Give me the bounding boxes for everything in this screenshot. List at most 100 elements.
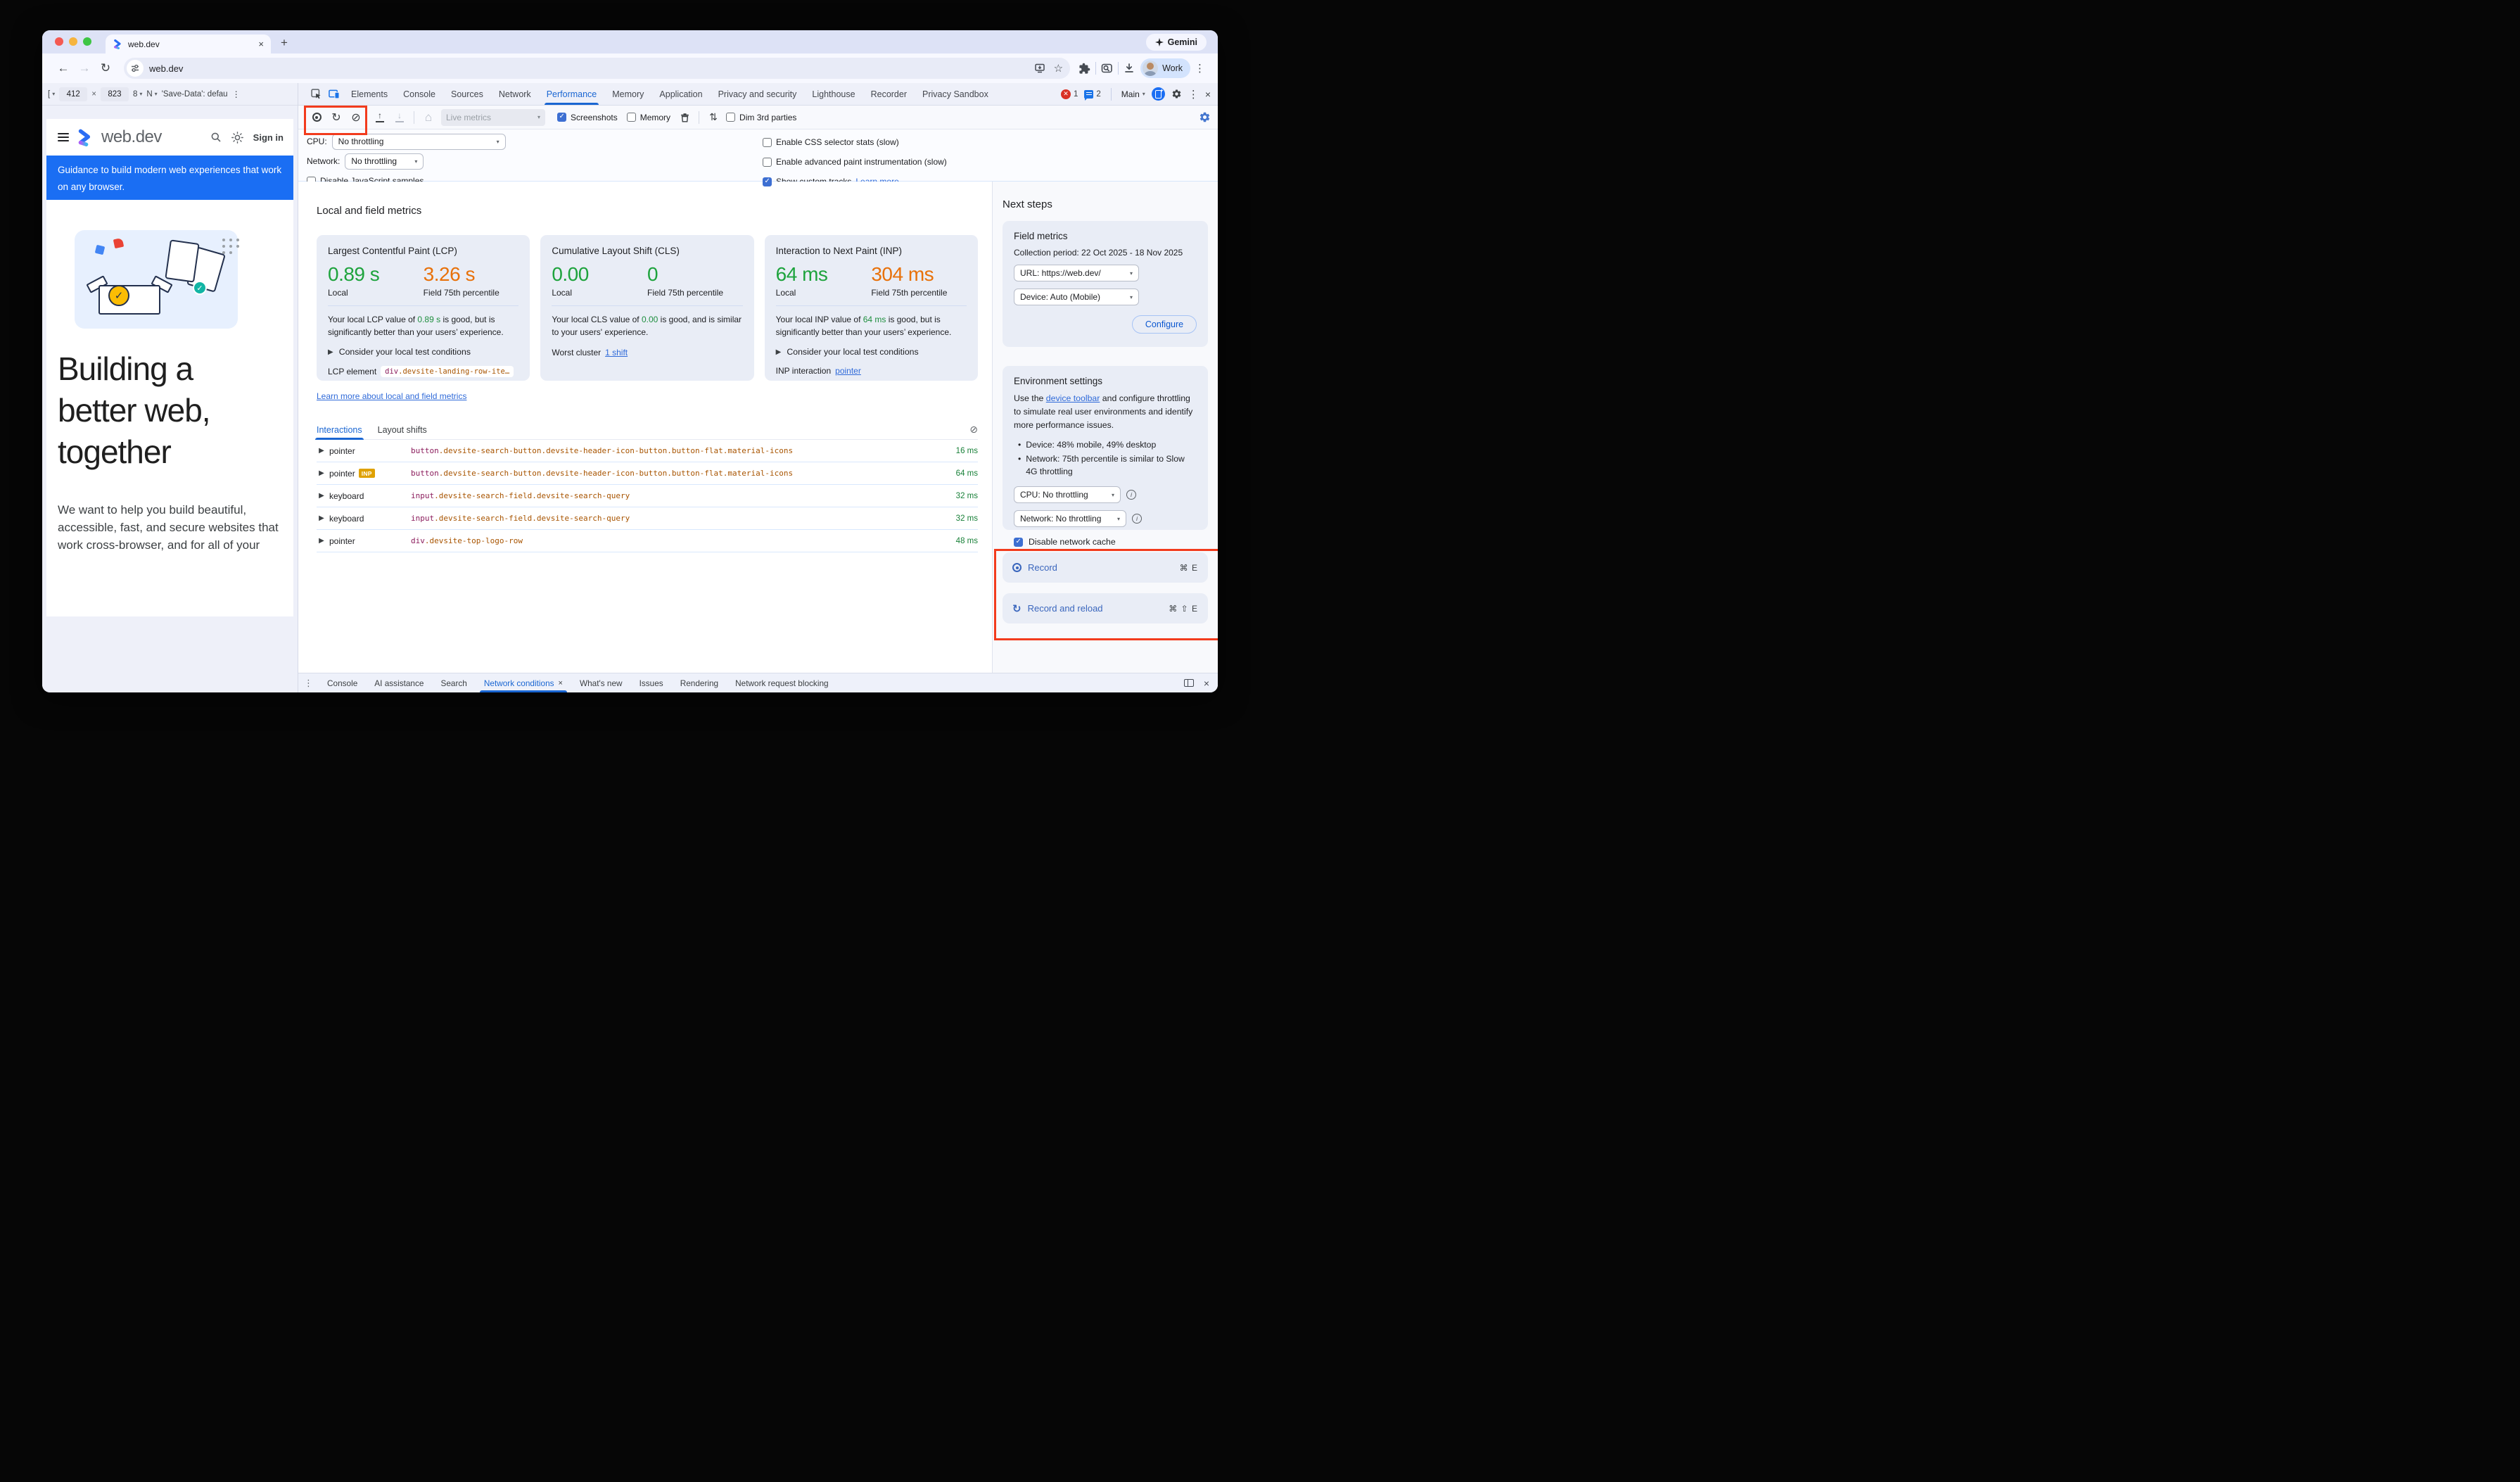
capture-settings-icon[interactable] — [1199, 111, 1211, 123]
minimize-window-button[interactable] — [69, 37, 77, 46]
interaction-row[interactable]: ▶ keyboard input.devsite-search-field.de… — [317, 507, 978, 530]
clear-log-icon[interactable]: ⊘ — [969, 424, 978, 436]
configure-button[interactable]: Configure — [1132, 315, 1197, 334]
inp-interaction-link[interactable]: pointer — [835, 366, 861, 376]
info-icon[interactable]: i — [1126, 490, 1136, 500]
env-cpu-select[interactable]: CPU: No throttling▾ — [1014, 486, 1121, 503]
devtools-tab[interactable]: Console — [395, 83, 443, 105]
site-name[interactable]: web.dev — [101, 127, 162, 147]
zoom-select[interactable]: 8▾ — [133, 90, 142, 99]
tab-interactions[interactable]: Interactions — [317, 420, 362, 439]
disable-network-cache-checkbox[interactable]: Disable network cache — [1014, 537, 1197, 547]
consider-conditions-expander[interactable]: ▶Consider your local test conditions — [776, 347, 967, 357]
devtools-tab[interactable]: Lighthouse — [804, 83, 863, 105]
split-panel-icon[interactable] — [1184, 679, 1194, 687]
lcp-element-chip[interactable]: div.devsite-landing-row-ite… — [381, 366, 514, 377]
home-live-metrics-icon[interactable]: ⌂ — [419, 108, 438, 127]
search-with-lens-icon[interactable] — [1101, 63, 1113, 74]
sign-in-button[interactable]: Sign in — [253, 132, 284, 143]
menu-icon[interactable] — [58, 133, 69, 141]
new-tab-button[interactable]: + — [281, 36, 288, 53]
viewport-height-input[interactable]: 823 — [101, 87, 129, 101]
inspect-element-icon[interactable] — [307, 89, 325, 99]
devtools-tab[interactable]: Memory — [604, 83, 651, 105]
learn-more-metrics-link[interactable]: Learn more about local and field metrics — [317, 391, 466, 401]
close-tab-icon[interactable]: × — [559, 679, 563, 688]
drawer-tab[interactable]: Console× — [319, 673, 366, 692]
reload-icon[interactable]: ↻ — [96, 58, 115, 78]
extensions-icon[interactable] — [1078, 63, 1090, 75]
drawer-tab[interactable]: AI assistance× — [366, 673, 432, 692]
forward-icon[interactable]: → — [75, 58, 94, 78]
drawer-tab[interactable]: Network request blocking× — [727, 673, 836, 692]
dim-3rd-parties-checkbox[interactable]: Dim 3rd parties — [726, 113, 796, 122]
viewport-width-input[interactable]: 412 — [59, 87, 87, 101]
device-toolbar-link[interactable]: device toolbar — [1046, 393, 1100, 403]
load-profile-icon[interactable]: ↑ — [370, 108, 390, 127]
devtools-tab[interactable]: Recorder — [863, 83, 915, 105]
drawer-tab[interactable]: Issues× — [631, 673, 672, 692]
site-settings-icon[interactable] — [127, 60, 144, 77]
throttle-select[interactable]: N▾ — [146, 90, 157, 99]
tab-layout-shifts[interactable]: Layout shifts — [378, 420, 427, 439]
paint-instrumentation-checkbox[interactable]: Enable advanced paint instrumentation (s… — [763, 153, 1218, 170]
bookmark-star-icon[interactable]: ☆ — [1054, 62, 1063, 75]
css-selector-stats-checkbox[interactable]: Enable CSS selector stats (slow) — [763, 134, 1218, 151]
ai-assistance-icon[interactable] — [1152, 87, 1165, 101]
devtools-tab[interactable]: Privacy Sandbox — [915, 83, 996, 105]
devtools-tab[interactable]: Sources — [443, 83, 491, 105]
consider-conditions-expander[interactable]: ▶Consider your local test conditions — [328, 347, 518, 357]
collect-garbage-icon[interactable] — [675, 108, 694, 127]
profile-chip[interactable]: Work — [1140, 58, 1190, 78]
omnibox[interactable]: web.dev ☆ — [124, 58, 1070, 79]
downloads-icon[interactable] — [1124, 63, 1135, 74]
env-network-select[interactable]: Network: No throttling▾ — [1014, 510, 1126, 527]
devtools-tab[interactable]: Application — [651, 83, 710, 105]
close-drawer-icon[interactable]: × — [1204, 678, 1209, 689]
expand-row-icon[interactable]: ▶ — [317, 469, 326, 477]
drawer-menu-icon[interactable]: ⋮ — [304, 678, 313, 689]
devtools-tab[interactable]: Privacy and security — [711, 83, 805, 105]
history-select[interactable]: Live metrics▾ — [441, 109, 545, 126]
record-button[interactable]: Record ⌘ E — [1003, 552, 1208, 583]
search-icon[interactable] — [210, 132, 222, 143]
expand-row-icon[interactable]: ▶ — [317, 537, 326, 545]
drawer-tab[interactable]: What's new× — [571, 673, 631, 692]
maximize-window-button[interactable] — [83, 37, 91, 46]
webdev-logo[interactable] — [76, 128, 94, 146]
tab-close-icon[interactable]: × — [258, 39, 264, 49]
browser-menu-icon[interactable]: ⋮ — [1192, 62, 1208, 75]
record-and-reload-button[interactable]: ↻ Record and reload ⌘ ⇧ E — [1003, 593, 1208, 623]
devtools-tab[interactable]: Network — [491, 83, 539, 105]
drawer-tab[interactable]: Search× — [432, 673, 475, 692]
clear-icon[interactable]: ⊘ — [346, 108, 366, 127]
back-icon[interactable]: ← — [53, 58, 73, 78]
field-url-select[interactable]: URL: https://web.dev/▾ — [1014, 265, 1139, 281]
screenshots-checkbox[interactable]: Screenshots — [557, 113, 618, 122]
expand-row-icon[interactable]: ▶ — [317, 492, 326, 500]
devtools-menu-icon[interactable]: ⋮ — [1188, 88, 1199, 101]
device-select[interactable]: [▾ — [48, 90, 55, 99]
interaction-row[interactable]: ▶ pointerINP button.devsite-search-butto… — [317, 462, 978, 485]
install-icon[interactable] — [1034, 63, 1045, 74]
record-and-reload-icon[interactable]: ↻ — [326, 108, 346, 127]
expand-row-icon[interactable]: ▶ — [317, 514, 326, 522]
device-toolbar-menu-icon[interactable]: ⋮ — [232, 89, 241, 99]
memory-checkbox[interactable]: Memory — [627, 113, 670, 122]
interaction-row[interactable]: ▶ keyboard input.devsite-search-field.de… — [317, 485, 978, 507]
theme-toggle-icon[interactable] — [231, 132, 243, 144]
worst-cluster-link[interactable]: 1 shift — [605, 348, 628, 357]
interaction-row[interactable]: ▶ pointer div.devsite-top-logo-row 48 ms — [317, 530, 978, 552]
close-window-button[interactable] — [55, 37, 63, 46]
devtools-tab[interactable]: Elements — [343, 83, 395, 105]
devtools-tab[interactable]: Performance — [539, 83, 605, 105]
field-device-select[interactable]: Device: Auto (Mobile)▾ — [1014, 289, 1139, 305]
browser-tab[interactable]: web.dev × — [106, 34, 271, 53]
expand-row-icon[interactable]: ▶ — [317, 447, 326, 455]
devtools-settings-icon[interactable] — [1171, 89, 1182, 99]
gemini-button[interactable]: Gemini — [1146, 34, 1207, 51]
device-toolbar-icon[interactable] — [325, 89, 343, 99]
collapse-sections-icon[interactable]: ⇅ — [704, 108, 723, 127]
save-profile-icon[interactable]: ↓ — [390, 108, 409, 127]
cpu-throttling-select[interactable]: No throttling▾ — [332, 134, 506, 150]
